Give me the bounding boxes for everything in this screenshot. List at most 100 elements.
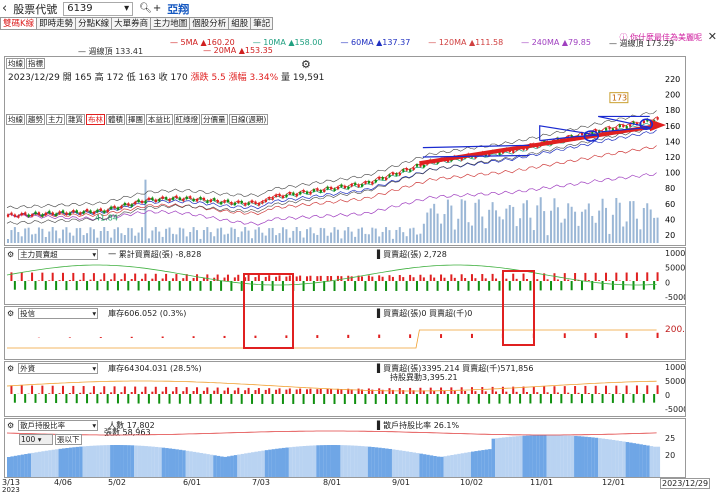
- tab-4[interactable]: 主力地圖: [150, 17, 189, 30]
- gear-icon[interactable]: ⚙: [7, 250, 14, 259]
- holding-bar: [454, 454, 458, 477]
- gear-icon[interactable]: ⚙: [7, 309, 14, 318]
- volume-bar: [138, 233, 140, 243]
- search-icon[interactable]: 🔍︎: [139, 3, 152, 14]
- volume-bar: [296, 227, 298, 243]
- tab-0[interactable]: 雙碼K線: [0, 17, 36, 30]
- flow-bar: [492, 274, 494, 281]
- holding-bar: [199, 453, 203, 477]
- holding-bar: [14, 456, 18, 477]
- chart-tool-button[interactable]: 紅綠燈: [174, 114, 201, 125]
- holding-bar: [450, 455, 454, 477]
- volume-bar: [495, 210, 497, 243]
- flow-bar: [543, 386, 545, 394]
- volume-bar: [155, 227, 157, 243]
- holding-unit-button[interactable]: 張以下: [55, 434, 82, 445]
- candle-body: [395, 173, 397, 176]
- panel-axis-label: 10000: [665, 249, 685, 258]
- holding-bar: [516, 436, 520, 477]
- tab-6[interactable]: 組股: [228, 17, 250, 30]
- holding-bar: [488, 449, 492, 477]
- flow-bar: [59, 393, 61, 394]
- candle-body: [34, 212, 36, 215]
- holding-bar: [433, 456, 437, 477]
- candle-body: [261, 201, 263, 204]
- chart-tool-button[interactable]: 日線(週期): [229, 114, 269, 125]
- flow-bar: [165, 274, 167, 281]
- holding-bar: [392, 449, 396, 477]
- chart-tool-button[interactable]: 均線: [6, 114, 25, 125]
- gear-icon[interactable]: ⚙: [7, 421, 14, 430]
- holding-bar: [306, 446, 310, 477]
- volume-bar: [388, 230, 390, 243]
- tab-7[interactable]: 筆記: [250, 17, 273, 30]
- flow-bar: [547, 392, 549, 394]
- flow-bar: [547, 279, 549, 281]
- holding-bar: [134, 445, 138, 477]
- chart-tool-button[interactable]: 分價量: [201, 114, 228, 125]
- chart-tool-button[interactable]: 本益比: [146, 114, 173, 125]
- flow-bar: [657, 385, 659, 394]
- chevron-down-icon: ▾: [92, 309, 96, 318]
- candle-body: [313, 189, 315, 192]
- gear-icon[interactable]: ⚙: [7, 364, 14, 373]
- plus-icon[interactable]: +: [153, 3, 161, 14]
- flow-bar: [313, 394, 315, 404]
- chart-tool-button[interactable]: 趨勢: [26, 114, 45, 125]
- flow-bar: [657, 272, 659, 281]
- stock-code-input[interactable]: 6139 ▾: [63, 2, 133, 16]
- candle-body: [59, 211, 61, 214]
- volume-bar: [481, 217, 483, 243]
- holding-bar: [598, 438, 602, 477]
- stock-code-value: 6139: [67, 3, 92, 15]
- volume-bar: [186, 236, 188, 243]
- flow-bar: [148, 394, 150, 404]
- chevron-left-icon[interactable]: ‹: [2, 1, 7, 16]
- candle-body: [279, 194, 281, 197]
- chart-tool-button[interactable]: 布林: [86, 114, 105, 125]
- candle-body: [217, 200, 219, 203]
- flow-bar: [100, 392, 102, 394]
- flow-bar: [117, 394, 119, 403]
- tab-2[interactable]: 分點K線: [75, 17, 111, 30]
- flow-bar: [261, 394, 263, 404]
- tab-1[interactable]: 即時走勢: [36, 17, 75, 30]
- chart-tool-button[interactable]: 擇團: [126, 114, 145, 125]
- candle-body: [423, 165, 425, 168]
- flow-bar: [595, 273, 597, 281]
- dropdown-icon[interactable]: ▾: [124, 3, 129, 15]
- flow-bar: [354, 394, 356, 404]
- price-axis-label: 100: [665, 169, 680, 178]
- tab-3[interactable]: 大單券商: [111, 17, 150, 30]
- flow-bar: [76, 281, 78, 290]
- flow-bar: [430, 275, 432, 281]
- x-axis-label: 7/03: [252, 478, 270, 487]
- holding-bar: [358, 446, 362, 477]
- flow-bar: [230, 394, 232, 404]
- x-axis-label: 8/01: [323, 478, 341, 487]
- holding-bar: [69, 448, 73, 477]
- holding-bar: [83, 446, 87, 477]
- panel-selector[interactable]: 散戶持股比率▾: [18, 420, 98, 431]
- tab-5[interactable]: 個股分析: [189, 17, 228, 30]
- chart-tool-button[interactable]: 體積: [106, 114, 125, 125]
- panel-mid-text: ▌買賣超(張)0 買賣超(千)0: [377, 308, 472, 319]
- panel-selector[interactable]: 主力買賣超▾: [18, 249, 98, 260]
- panel-selector[interactable]: 外資▾: [18, 363, 98, 374]
- flow-bar: [626, 333, 628, 338]
- price-chart-svg[interactable]: 2202001801601401201008060402017341.84: [5, 57, 685, 245]
- gear-icon[interactable]: ⚙: [301, 58, 311, 71]
- holding-select[interactable]: 100 ▾: [19, 434, 53, 445]
- flow-bar: [509, 394, 511, 404]
- chart-tool-button[interactable]: 雜質: [66, 114, 85, 125]
- volume-bar: [55, 231, 57, 243]
- holding-bar: [203, 454, 207, 477]
- holding-bar: [52, 450, 56, 477]
- volume-bar: [478, 199, 480, 243]
- flow-bar: [272, 394, 274, 404]
- volume-bar: [96, 238, 98, 243]
- chart-tool-button[interactable]: 主力: [46, 114, 65, 125]
- panel-selector[interactable]: 投信▾: [18, 308, 98, 319]
- close-icon[interactable]: ✕: [708, 30, 717, 43]
- volume-bar: [612, 215, 614, 243]
